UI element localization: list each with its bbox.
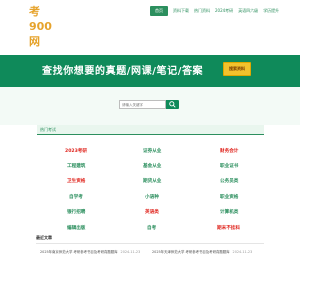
recent-articles-label: 最近文章 [36,235,52,240]
hot-exams-label: 热门考试 [40,127,56,132]
article-date: 2024-11-23 [232,250,253,254]
nav-degree[interactable]: 学历提升 [263,8,279,14]
exam-link[interactable]: 2023考研 [65,148,87,154]
exam-link[interactable]: 期末不挂科 [217,225,240,231]
exam-link[interactable]: 自学考 [69,194,83,200]
exam-link[interactable]: 英语类 [145,209,159,215]
exam-link[interactable]: 小语种 [145,194,159,200]
nav-hot-materials[interactable]: 热门资料 [194,8,210,14]
exam-link[interactable]: 期货从业 [143,178,161,184]
article-item[interactable]: 2025年天津师范大学 考研参考书目及考研真题题库 2024-11-23 [152,249,252,254]
exam-link[interactable]: 基金从业 [143,163,161,169]
nav-cet[interactable]: 英语四六级 [238,8,258,14]
banner-title: 查找你想要的真题/网课/笔记/答案 [42,66,204,77]
article-date: 2024-11-23 [120,250,141,254]
search-icon [169,101,176,108]
article-title[interactable]: 2025年天津师范大学 考研参考书目及考研真题题库 [152,250,230,254]
divider [36,243,264,244]
exam-link[interactable]: 自考 [147,225,156,231]
nav-home[interactable]: 首页 [150,5,168,16]
exam-link[interactable]: 证券从业 [143,148,161,154]
hot-exams-header [37,125,264,135]
search-button[interactable] [166,100,179,109]
exam-link[interactable]: 银行招聘 [67,209,85,215]
article-title[interactable]: 2025年南京师范大学 考研参考书目及考研真题题库 [40,250,118,254]
exam-link[interactable]: 职业证书 [220,163,238,169]
banner-search-button[interactable]: 搜索资料 [223,62,251,76]
exam-link[interactable]: 公务员类 [220,178,238,184]
exam-link[interactable]: 工程建筑 [67,163,85,169]
nav-downloads[interactable]: 资料下载 [173,8,189,14]
exam-link[interactable]: 职业资格 [220,194,238,200]
search-input[interactable] [119,100,166,109]
top-navigation: 首页 资料下载 热门资料 2024考研 英语四六级 学历提升 [150,4,284,17]
nav-2024-exam[interactable]: 2024考研 [215,8,233,14]
exam-link[interactable]: 卫生资格 [67,178,85,184]
article-item[interactable]: 2025年南京师范大学 考研参考书目及考研真题题库 2024-11-23 [40,249,140,254]
site-logo[interactable]: 考900网 [29,4,52,49]
exam-link[interactable]: 财务会计 [220,148,238,154]
exam-link[interactable]: 计算机类 [220,209,238,215]
exam-link[interactable]: 编辑出版 [67,225,85,231]
